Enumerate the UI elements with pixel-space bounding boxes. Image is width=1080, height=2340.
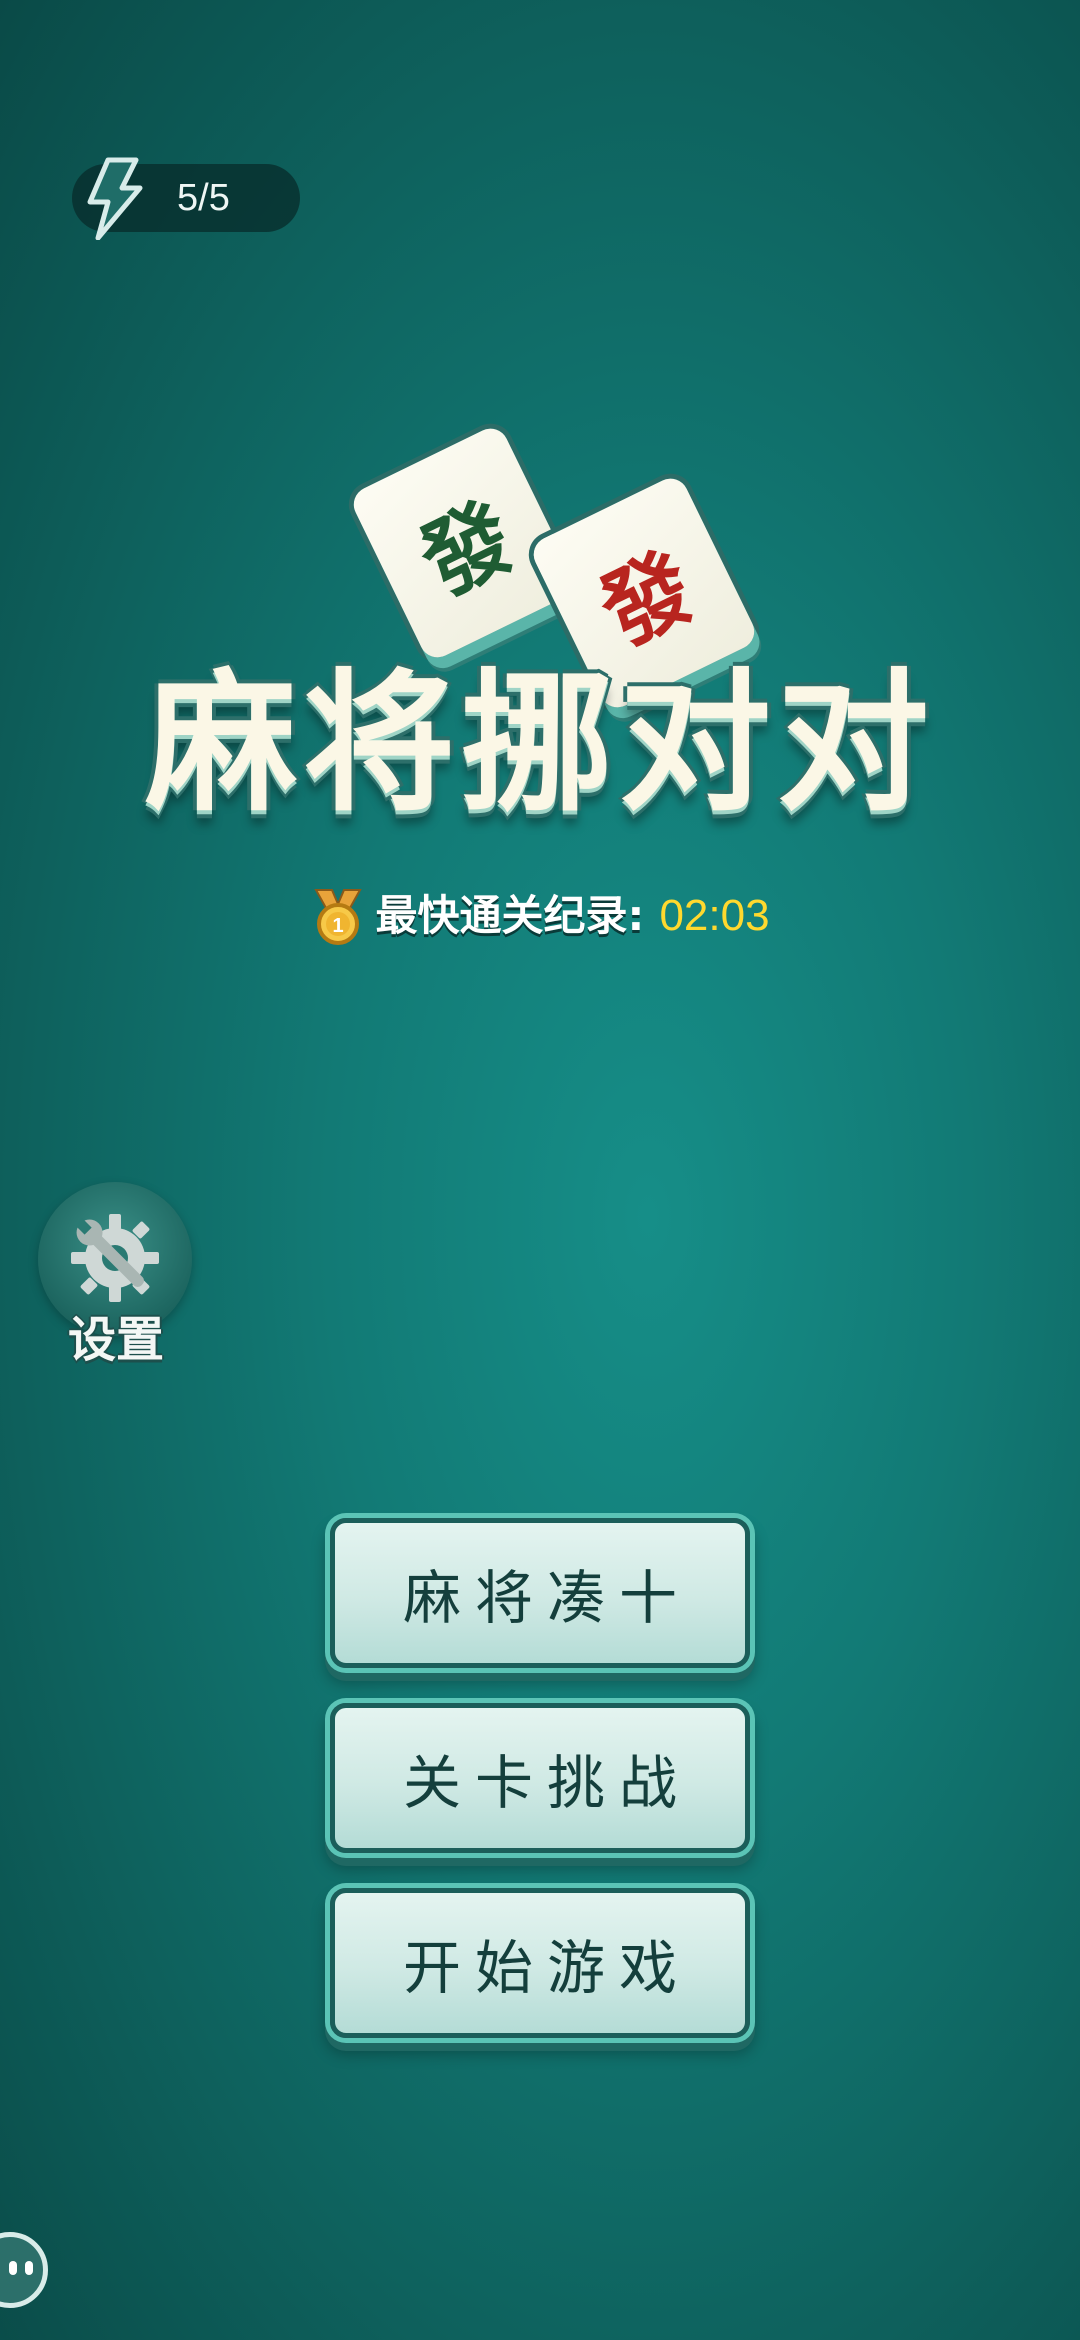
energy-value: 5/5 (177, 177, 230, 219)
assistant-eye (25, 2261, 33, 2275)
start-game-button[interactable]: 开始游戏 (330, 1888, 750, 2038)
settings-button[interactable]: 设置 (36, 1182, 196, 1372)
energy-counter: 5/5 (72, 157, 300, 240)
game-logo: 發 發 麻将挪对对 (90, 420, 990, 832)
settings-label: 设置 (67, 1312, 164, 1368)
button-label: 开始游戏 (402, 1934, 691, 2002)
game-title: 麻将挪对对 (145, 655, 935, 832)
record-time: 02:03 (659, 890, 770, 940)
mahjong-make-ten-button[interactable]: 麻将凑十 (330, 1518, 750, 1668)
lightning-icon (87, 157, 143, 240)
button-label: 麻将凑十 (402, 1564, 691, 1632)
medal-number: 1 (333, 915, 344, 937)
assistant-face-icon[interactable] (0, 2232, 48, 2308)
record-label: 最快通关纪录: (375, 890, 645, 940)
fastest-record: 1 最快通关纪录: 02:03 (0, 880, 1080, 950)
level-challenge-button[interactable]: 关卡挑战 (330, 1703, 750, 1853)
gear-wrench-icon (71, 1214, 159, 1302)
assistant-eye (9, 2261, 17, 2275)
button-label: 关卡挑战 (402, 1749, 691, 1817)
medal-icon: 1 (310, 886, 366, 946)
